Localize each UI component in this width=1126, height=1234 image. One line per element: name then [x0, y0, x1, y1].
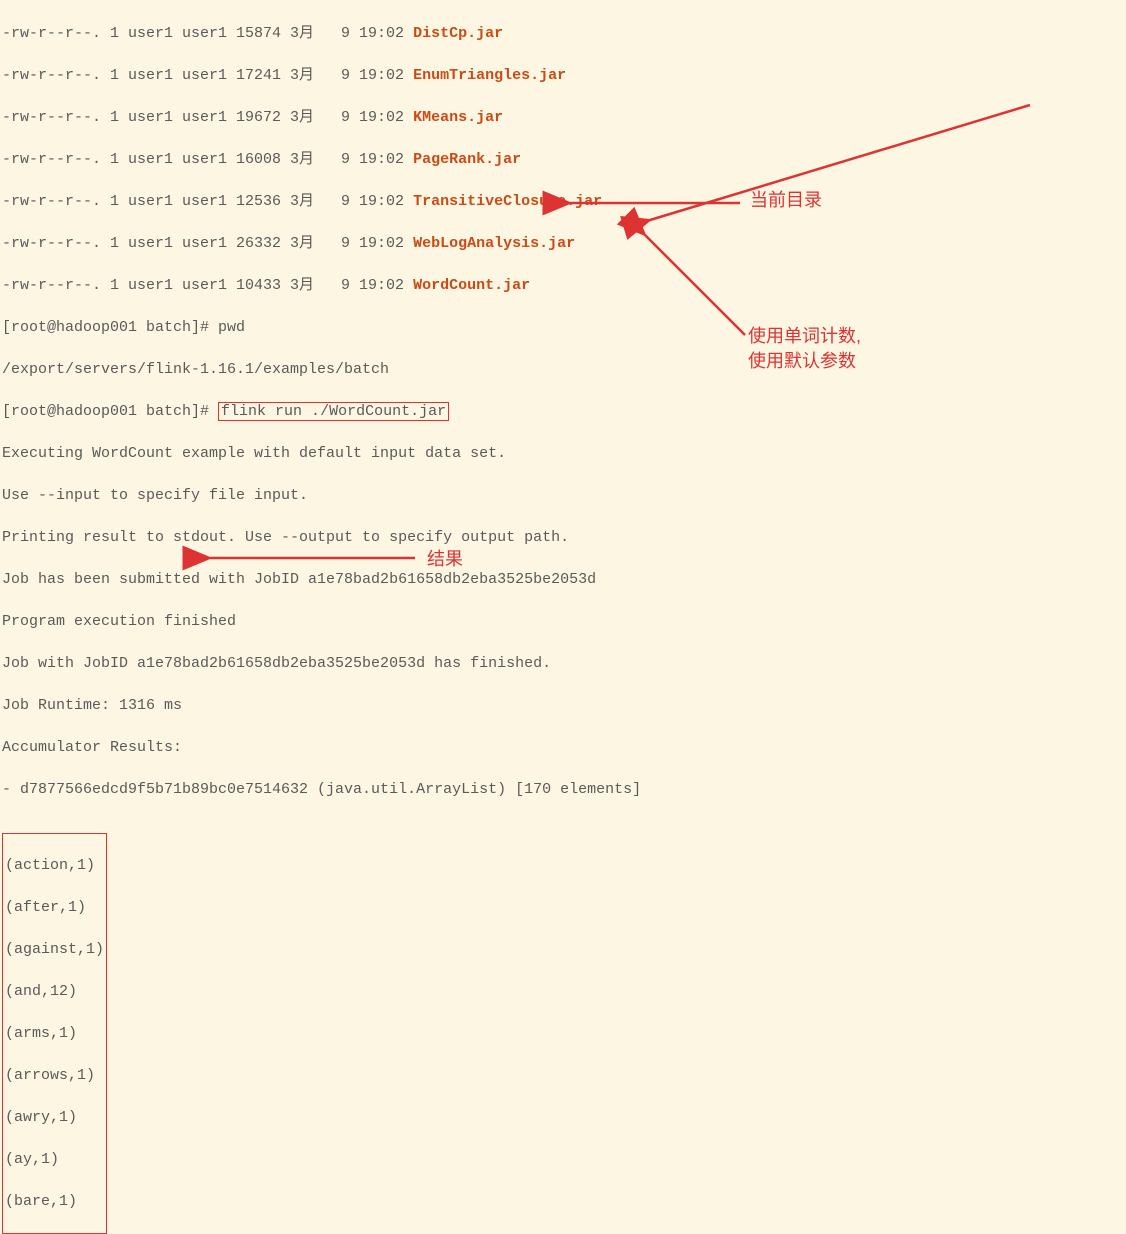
prompt-line: [root@hadoop001 batch]# pwd [2, 317, 1124, 338]
file-row: -rw-r--r--. 1 user1 user1 19672 3月 9 19:… [2, 107, 1124, 128]
shell-prompt: [root@hadoop001 batch]# [2, 403, 218, 420]
output-line: Job with JobID a1e78bad2b61658db2eba3525… [2, 653, 1124, 674]
file-name: DistCp.jar [413, 25, 503, 42]
output-line: Job has been submitted with JobID a1e78b… [2, 569, 1124, 590]
file-perms: -rw-r--r--. 1 user1 user1 16008 3月 9 19:… [2, 151, 413, 168]
file-name: EnumTriangles.jar [413, 67, 566, 84]
terminal-output: -rw-r--r--. 1 user1 user1 15874 3月 9 19:… [2, 2, 1124, 1234]
annotation-current-dir: 当前目录 [750, 188, 822, 213]
output-line: Executing WordCount example with default… [2, 443, 1124, 464]
flink-command-box: flink run ./WordCount.jar [218, 402, 449, 421]
file-perms: -rw-r--r--. 1 user1 user1 15874 3月 9 19:… [2, 25, 413, 42]
file-row: -rw-r--r--. 1 user1 user1 12536 3月 9 19:… [2, 191, 1124, 212]
output-line: Accumulator Results: [2, 737, 1124, 758]
output-line: Job Runtime: 1316 ms [2, 695, 1124, 716]
result-line: (ay,1) [5, 1149, 104, 1170]
pwd-output: /export/servers/flink-1.16.1/examples/ba… [2, 359, 1124, 380]
shell-prompt: [root@hadoop001 batch]# pwd [2, 319, 245, 336]
result-line: (arms,1) [5, 1023, 104, 1044]
file-name: WebLogAnalysis.jar [413, 235, 575, 252]
annotation-wordcount: 使用单词计数, 使用默认参数 [748, 324, 861, 374]
prompt-line: [root@hadoop001 batch]# flink run ./Word… [2, 401, 1124, 422]
file-perms: -rw-r--r--. 1 user1 user1 17241 3月 9 19:… [2, 67, 413, 84]
file-perms: -rw-r--r--. 1 user1 user1 12536 3月 9 19:… [2, 193, 413, 210]
result-box: (action,1) (after,1) (against,1) (and,12… [2, 833, 107, 1234]
output-line: Printing result to stdout. Use --output … [2, 527, 1124, 548]
annotation-wordcount-line1: 使用单词计数, [748, 324, 861, 349]
output-line: Program execution finished [2, 611, 1124, 632]
file-row: -rw-r--r--. 1 user1 user1 17241 3月 9 19:… [2, 65, 1124, 86]
annotation-wordcount-line2: 使用默认参数 [748, 349, 861, 374]
result-line: (bare,1) [5, 1191, 104, 1212]
file-row: -rw-r--r--. 1 user1 user1 10433 3月 9 19:… [2, 275, 1124, 296]
result-line: (awry,1) [5, 1107, 104, 1128]
file-row: -rw-r--r--. 1 user1 user1 26332 3月 9 19:… [2, 233, 1124, 254]
file-row: -rw-r--r--. 1 user1 user1 16008 3月 9 19:… [2, 149, 1124, 170]
file-name: WordCount.jar [413, 277, 530, 294]
file-perms: -rw-r--r--. 1 user1 user1 19672 3月 9 19:… [2, 109, 413, 126]
file-name: PageRank.jar [413, 151, 521, 168]
result-line: (against,1) [5, 939, 104, 960]
annotation-result: 结果 [427, 547, 463, 572]
file-perms: -rw-r--r--. 1 user1 user1 10433 3月 9 19:… [2, 277, 413, 294]
file-perms: -rw-r--r--. 1 user1 user1 26332 3月 9 19:… [2, 235, 413, 252]
file-name: TransitiveClosure.jar [413, 193, 602, 210]
file-row: -rw-r--r--. 1 user1 user1 15874 3月 9 19:… [2, 23, 1124, 44]
result-line: (and,12) [5, 981, 104, 1002]
result-line: (arrows,1) [5, 1065, 104, 1086]
output-line: - d7877566edcd9f5b71b89bc0e7514632 (java… [2, 779, 1124, 800]
file-name: KMeans.jar [413, 109, 503, 126]
result-line: (action,1) [5, 855, 104, 876]
output-line: Use --input to specify file input. [2, 485, 1124, 506]
result-line: (after,1) [5, 897, 104, 918]
